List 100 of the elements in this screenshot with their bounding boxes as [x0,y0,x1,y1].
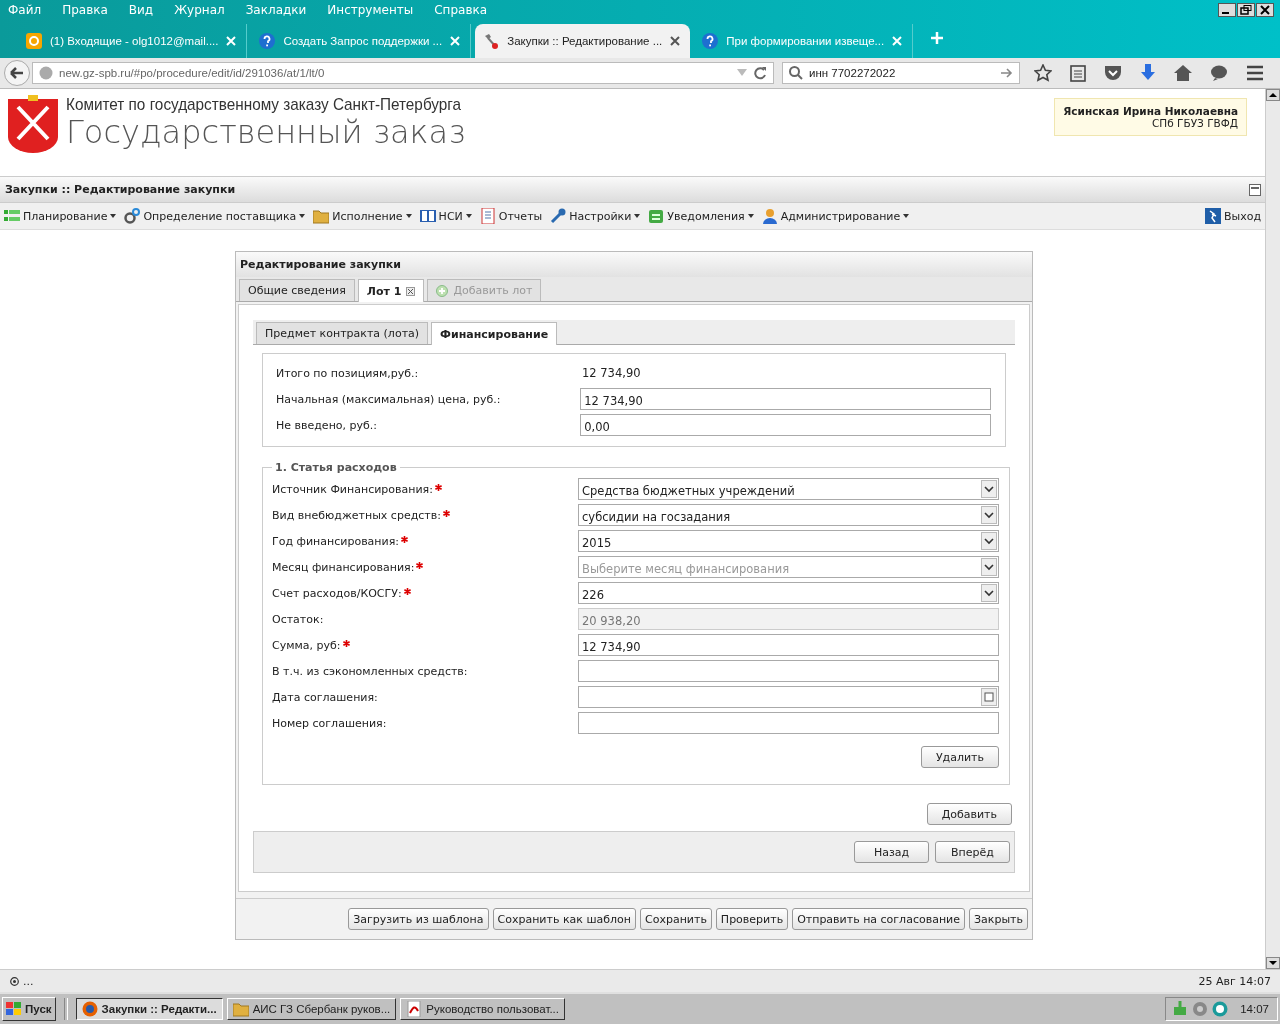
field-label: Остаток: [272,612,324,626]
tab[interactable]: Предмет контракта (лота) [256,322,429,344]
toolbar-menu[interactable]: Администрирование [761,208,910,224]
maximize-icon[interactable] [1249,183,1261,196]
pocket-icon[interactable] [1104,65,1122,81]
organization-name: Комитет по государственному заказу Санкт-Петербурга [66,95,462,115]
user-organization: СПб ГБУЗ ГВФД [1151,117,1238,129]
document-icon [479,208,496,224]
dropdown-icon[interactable] [981,532,997,550]
toolbar-menu[interactable]: Планирование [4,208,117,224]
field-label: Год финансирования: [272,534,399,548]
tab[interactable]: Финансирование [431,322,558,345]
footer-button[interactable]: Загрузить из шаблона [348,908,489,930]
dropdown-icon[interactable] [981,480,997,498]
close-icon[interactable] [670,36,681,46]
field-label: Счет расходов/КОСГУ: [272,586,402,600]
field-label: Вид внебюджетных средств: [272,508,441,522]
dropdown-icon[interactable] [981,506,997,524]
taskbar-item[interactable]: АИС ГЗ Сбербанк руков... [226,998,397,1020]
footer-button[interactable]: Сохранить [640,908,712,930]
browser-tab[interactable]: Закупки :: Редактирование ... [475,24,691,58]
toolbar-menu[interactable]: Настройки [550,208,641,224]
dropdown-field[interactable]: Средства бюджетных учреждений [578,478,999,500]
field-label: Итого по позициям,руб.: [276,366,420,380]
address-bar[interactable]: new.gz-spb.ru/#po/procedure/edit/id/291036/at/1/lt/0 [32,62,774,84]
search-field[interactable]: инн 7702272022 [782,62,1020,84]
chat-icon[interactable] [1210,65,1228,81]
toolbar-menu[interactable]: Уведомления [648,208,754,224]
scroll-down-icon[interactable] [1266,957,1280,969]
status-icon [10,976,19,986]
value-text: 12 734,90 [582,366,641,380]
section-title: 1. Статья расходов [274,461,398,474]
restore-button[interactable] [1237,3,1255,17]
input-field[interactable]: 12 734,90 [580,388,991,410]
dialog-title: Редактирование закупки [236,252,1032,277]
coat-of-arms-icon [8,95,58,153]
close-button[interactable] [1256,3,1274,17]
dropdown-field[interactable]: 226 [578,582,999,604]
field-label: Сумма, руб: [272,638,341,652]
search-icon [789,66,803,80]
site-title: Государственный заказ [66,115,467,149]
tab[interactable]: Лот 1 [357,279,425,302]
help-icon [259,33,276,49]
back-button[interactable] [4,60,30,86]
minimize-button[interactable] [1218,3,1236,17]
delete-button[interactable]: Удалить [920,746,999,768]
user-name: Ясинская Ирина Николаевна [1063,105,1238,117]
star-icon[interactable] [1034,64,1052,82]
footer-button[interactable]: Сохранить как шаблон [492,908,636,930]
scroll-up-icon[interactable] [1266,89,1280,101]
date-field[interactable] [578,686,999,708]
nav-button[interactable]: Назад [854,841,929,863]
exit-icon [1204,208,1221,224]
field-label: Номер соглашения: [272,716,387,730]
footer-button[interactable]: Проверить [715,908,789,930]
book-icon [419,208,436,224]
home-icon[interactable] [1174,65,1192,81]
menu-icon[interactable] [1246,65,1264,81]
toolbar-menu[interactable]: НСИ [419,208,472,224]
field-label: Источник Финансирования: [272,482,433,496]
firefox-icon [81,1001,98,1017]
help-icon [702,33,719,49]
tab[interactable]: Общие сведения [239,279,355,301]
dropdown-icon[interactable] [981,558,997,576]
input-field[interactable] [578,660,999,682]
taskbar-item[interactable]: Руководство пользоват... [400,998,565,1020]
reading-list-icon[interactable] [1070,64,1086,82]
download-icon[interactable] [1140,64,1156,82]
status-text: ... [23,974,34,988]
field-label: Не введено, руб.: [276,418,379,432]
dropdown-icon[interactable] [981,584,997,602]
start-button[interactable]: Пуск [2,997,56,1021]
field-label: Начальная (максимальная) цена, руб.: [276,392,502,406]
input-field[interactable]: 12 734,90 [578,634,999,656]
close-icon[interactable] [406,286,416,296]
footer-button[interactable]: Закрыть [969,908,1028,930]
calendar-icon[interactable] [981,688,997,706]
user-icon [761,208,778,224]
app-title: Закупки :: Редактирование закупки [5,183,236,196]
taskbar-item[interactable]: Закупки :: Редакти... [75,998,223,1020]
toolbar-menu[interactable]: Отчеты [479,208,543,224]
globe-icon [39,66,53,80]
toolbar-menu[interactable]: Определение поставщика [124,208,306,224]
clock: 14:07 [1240,1003,1269,1015]
dropdown-field[interactable]: 2015 [578,530,999,552]
go-arrow-icon[interactable] [1001,68,1013,78]
logout-button[interactable]: Выход [1204,208,1261,224]
scrollbar[interactable] [1265,89,1280,969]
add-button[interactable]: Добавить [926,803,1012,825]
toolbar-menu[interactable]: Исполнение [313,208,412,224]
input-field[interactable]: 0,00 [580,414,991,436]
dropdown-field[interactable]: субсидии на госзадания [578,504,999,526]
input-field[interactable] [578,712,999,734]
clipboard-icon [648,208,665,224]
nav-button[interactable]: Вперёд [935,841,1010,863]
list-icon [4,208,20,224]
windows-logo-icon [6,1002,22,1016]
add-icon [436,284,449,297]
footer-button[interactable]: Отправить на согласование [792,908,965,930]
reload-icon[interactable] [753,66,767,80]
